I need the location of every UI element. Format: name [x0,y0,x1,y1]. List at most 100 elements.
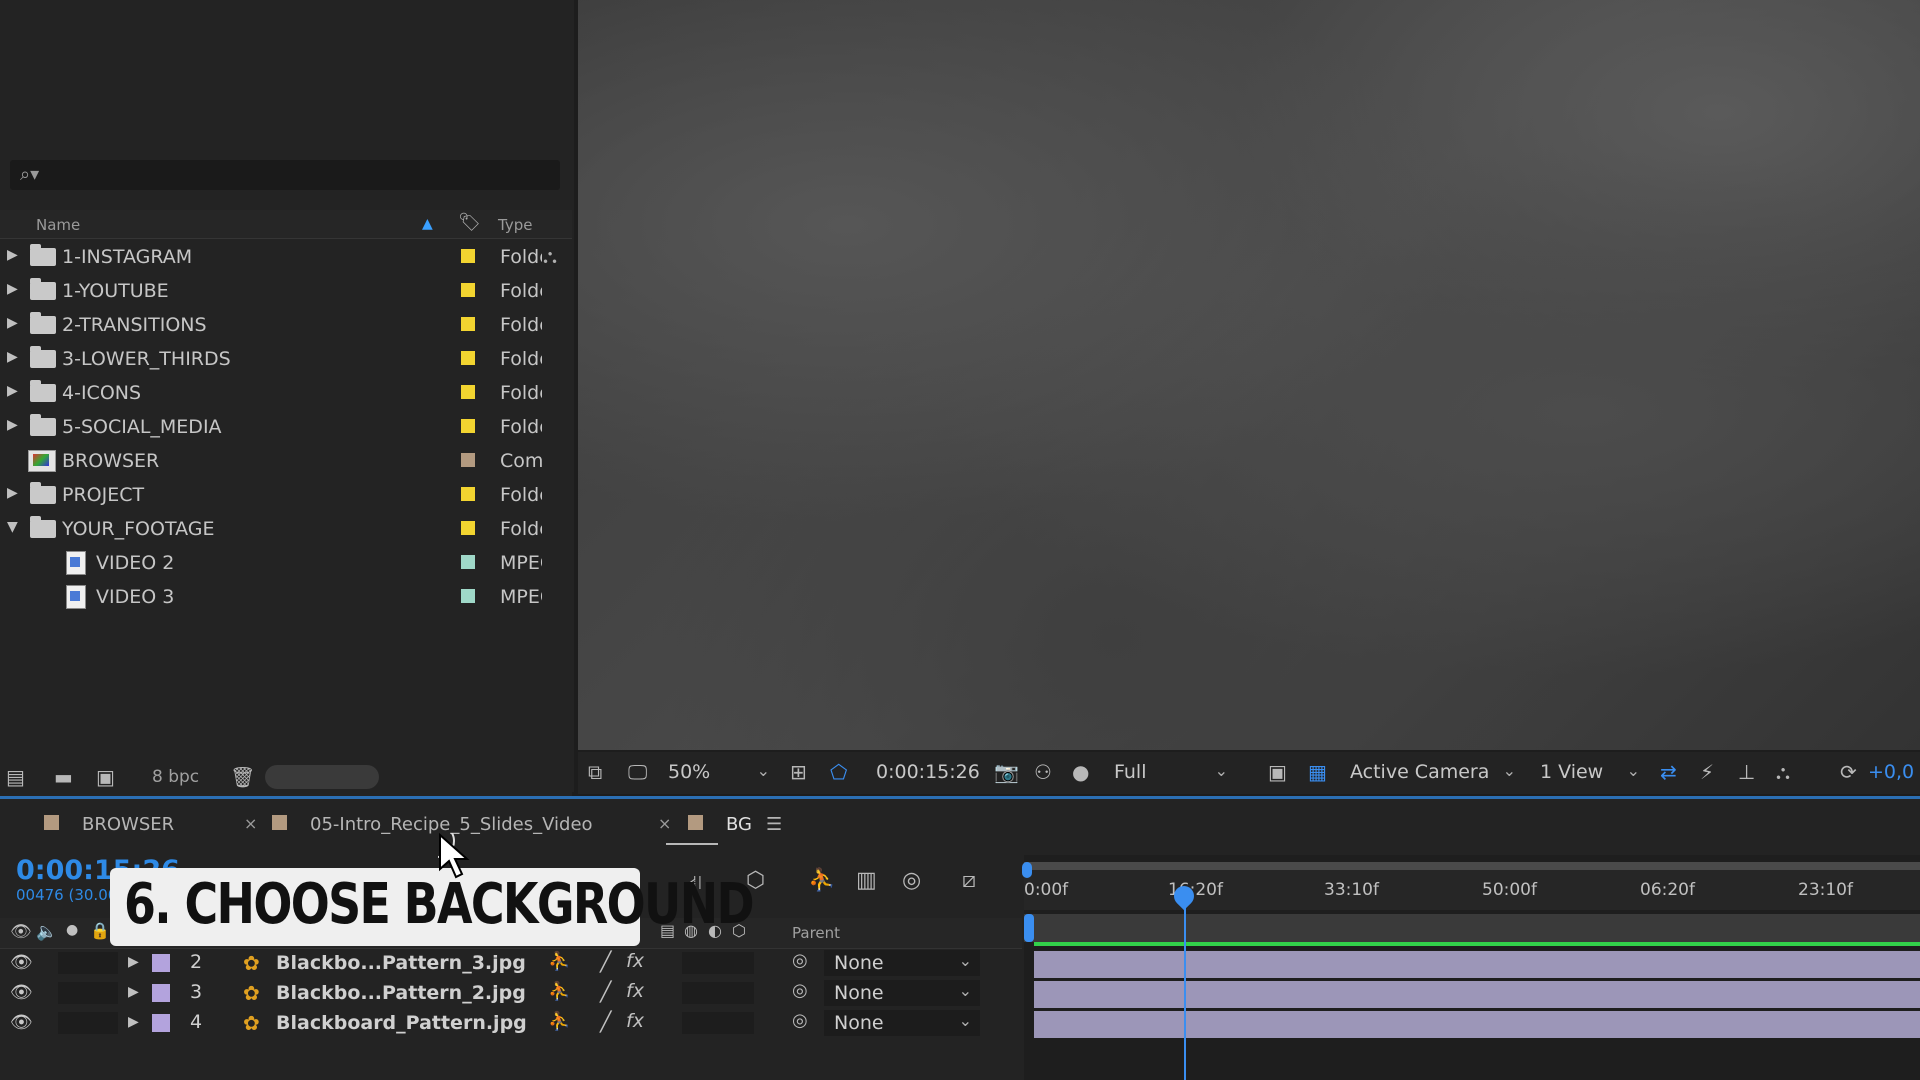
quality-switch-icon[interactable]: ╱ [600,981,611,1003]
work-area-start-handle[interactable] [1022,862,1032,878]
shy-layer-icon[interactable]: ⛹ [548,951,570,972]
shy-layer-icon[interactable]: ⛹ [548,981,570,1002]
shy-layer-icon[interactable]: ⛹ [548,1011,570,1032]
lock-icon[interactable]: 🔒 [90,921,110,940]
project-item-row[interactable]: ▶ 1-INSTAGRAM Folder [0,240,572,274]
pick-whip-icon[interactable]: ◎ [792,1010,808,1031]
label-color-swatch[interactable] [461,589,475,603]
layer-switch-boxes[interactable] [682,952,754,974]
close-icon[interactable]: × [658,814,671,833]
expand-triangle-icon[interactable]: ▶ [7,247,18,263]
label-color-swatch[interactable] [461,487,475,501]
expand-triangle-icon[interactable]: ▶ [128,984,139,1000]
fast-previews-icon[interactable]: ⚡ [1700,760,1714,784]
layer-switch-boxes[interactable] [58,1012,118,1034]
label-color-swatch[interactable] [461,419,475,433]
project-item-row[interactable]: ▼ YOUR_FOOTAGE Folder [0,512,572,546]
expand-triangle-icon[interactable]: ▶ [7,485,18,501]
visibility-eye-icon[interactable]: 👁 [10,952,33,973]
parent-dropdown[interactable]: None ⌄ [824,980,980,1006]
layer-switch-boxes[interactable] [682,1012,754,1034]
bit-depth-button[interactable]: 8 bpc [152,767,199,787]
expand-triangle-icon[interactable]: ▶ [7,383,18,399]
expand-triangle-icon[interactable]: ▶ [7,281,18,297]
mask-visibility-icon[interactable]: ⬠ [830,760,847,784]
sort-ascending-icon[interactable]: ▲ [422,216,433,232]
work-area-handle[interactable] [1024,914,1034,942]
label-color-swatch[interactable] [461,555,475,569]
timeline-layer-row[interactable]: 👁 ▶ 4 ✿ Blackboard_Pattern.jpg ⛹ ╱ fx ◎ None ⌄ [0,1008,1022,1038]
snapshot-camera-icon[interactable]: 📷 [994,760,1019,784]
trash-icon[interactable]: 🗑 [230,765,255,789]
label-color-swatch[interactable] [461,249,475,263]
magnification-dropdown[interactable]: 50% ⌄ [660,760,776,786]
label-color-swatch[interactable] [461,351,475,365]
expand-triangle-icon[interactable]: ▶ [7,349,18,365]
quality-switch-icon[interactable]: ╱ [600,951,611,973]
expand-triangle-icon[interactable]: ▶ [128,954,139,970]
parent-dropdown[interactable]: None ⌄ [824,1010,980,1036]
expand-triangle-icon[interactable]: ▶ [7,315,18,331]
project-item-row[interactable]: ▶ 5-SOCIAL_MEDIA Folder [0,410,572,444]
column-type-header[interactable]: Type [498,216,532,234]
new-folder-icon[interactable]: ▬ [54,765,73,789]
project-item-row[interactable]: ▶ 3-LOWER_THIRDS Folder [0,342,572,376]
frame-blending-icon[interactable]: ▥ [856,868,877,893]
transparency-grid-icon[interactable]: ▦ [1308,760,1327,784]
toggle-pixel-aspect-icon[interactable]: ⇄ [1660,760,1677,784]
project-item-row[interactable]: ▶ 4-ICONS Folder [0,376,572,410]
video-eye-icon[interactable]: 👁 [10,922,32,942]
pick-whip-icon[interactable]: ◎ [792,980,808,1001]
project-item-row[interactable]: VIDEO 3 MPEG [0,580,572,614]
layer-name[interactable]: Blackbo...Pattern_3.jpg [276,952,526,974]
audio-speaker-icon[interactable]: 🔈 [36,922,57,942]
layer-label-swatch[interactable] [152,954,170,972]
expand-triangle-icon[interactable]: ▶ [7,417,18,433]
camera-view-dropdown[interactable]: Active Camera ⌄ [1342,760,1522,786]
layer-name[interactable]: Blackbo...Pattern_2.jpg [276,982,526,1004]
label-color-swatch[interactable] [461,317,475,331]
viewer-timecode[interactable]: 0:00:15:26 [876,761,980,783]
region-of-interest-icon[interactable]: ▣ [1268,760,1287,784]
panel-menu-icon[interactable]: ☰ [766,814,782,835]
quality-switch-icon[interactable]: ╱ [600,1011,611,1033]
layer-name[interactable]: Blackboard_Pattern.jpg [276,1012,527,1034]
hide-shy-layers-icon[interactable]: ⛹ [808,868,835,893]
color-channels-icon[interactable]: ● [1072,760,1089,784]
project-item-row[interactable]: ▶ PROJECT Folder [0,478,572,512]
effects-fx-icon[interactable]: fx [626,980,644,1002]
effects-fx-icon[interactable]: fx [626,950,644,972]
monitor-icon[interactable]: 🖵 [628,760,647,784]
layer-switch-boxes[interactable] [682,982,754,1004]
close-icon[interactable]: × [244,814,257,833]
exposure-value[interactable]: +0,0 [1868,761,1914,783]
layer-label-swatch[interactable] [152,1014,170,1032]
visibility-eye-icon[interactable]: 👁 [10,982,33,1003]
label-color-swatch[interactable] [461,521,475,535]
label-color-swatch[interactable] [461,385,475,399]
pick-whip-icon[interactable]: ◎ [792,950,808,971]
timeline-layer-row[interactable]: 👁 ▶ 3 ✿ Blackbo...Pattern_2.jpg ⛹ ╱ fx ◎ None ⌄ [0,978,1022,1008]
thumbnail-size-slider[interactable] [265,765,379,789]
expand-triangle-open-icon[interactable]: ▼ [7,519,18,535]
layer-duration-bar[interactable] [1034,1011,1920,1038]
expand-triangle-icon[interactable]: ▶ [128,1014,139,1030]
reset-exposure-icon[interactable]: ⟳ [1840,760,1857,784]
tab-browser[interactable]: BROWSER [82,814,174,835]
show-snapshot-icon[interactable]: ⚇ [1034,760,1052,784]
layer-label-swatch[interactable] [152,984,170,1002]
motion-blur-icon[interactable]: ◎ [902,868,921,893]
title-action-safe-icon[interactable]: ⊞ [790,760,807,784]
parent-dropdown[interactable]: None ⌄ [824,950,980,976]
timeline-toggle-icon[interactable]: ⊥ [1738,760,1755,784]
timeline-layer-row[interactable]: 👁 ▶ 2 ✿ Blackbo...Pattern_3.jpg ⛹ ╱ fx ◎ None ⌄ [0,948,1022,978]
flowchart-icon[interactable]: ⛬ [1776,760,1790,784]
project-search-input[interactable]: ⌕▾ [10,160,560,190]
composition-viewer[interactable] [578,0,1920,750]
interpret-footage-icon[interactable]: ▤ [6,765,25,789]
column-name-header[interactable]: Name [36,216,80,234]
search-icon[interactable]: ⌕▾ [20,164,39,185]
label-color-swatch[interactable] [461,453,475,467]
new-composition-icon[interactable]: ▣ [96,765,115,789]
layer-switch-boxes[interactable] [58,982,118,1004]
